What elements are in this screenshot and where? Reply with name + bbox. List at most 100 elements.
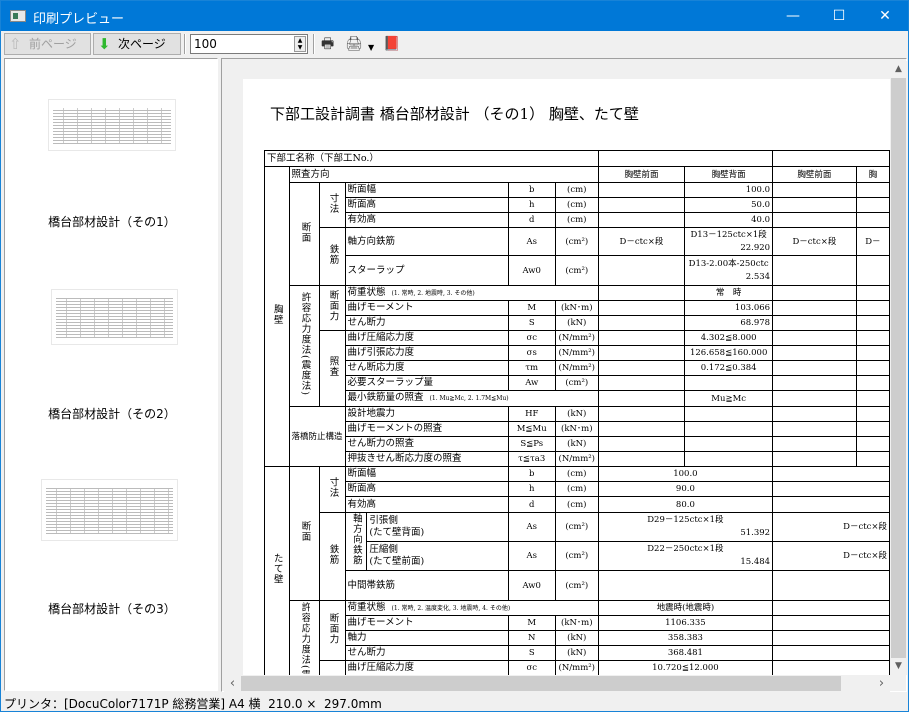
- close-button[interactable]: ✕: [862, 1, 908, 31]
- table-row: たて壁 断面 寸法 断面幅 b (cm) 100.0: [264, 466, 890, 675]
- scroll-up-arrow[interactable]: ▲: [890, 61, 907, 78]
- value-cell: [772, 421, 857, 437]
- prev-page-button[interactable]: ⇧ 前ページ: [4, 33, 91, 55]
- scroll-down-arrow[interactable]: ▼: [890, 658, 907, 675]
- vertical-scroll-thumb[interactable]: [891, 78, 906, 658]
- value-cell: [772, 660, 890, 675]
- value-cell: D22－250ctc×1段 15.484: [597, 541, 774, 571]
- row-symbol: Aw: [507, 375, 556, 391]
- value-cell: [597, 375, 686, 391]
- value-cell: [855, 315, 890, 331]
- table-row: 軸力 N (kN) 358.383: [265, 630, 890, 646]
- row-symbol: τm: [507, 360, 556, 376]
- value-cell: D－ctc×段: [772, 227, 857, 256]
- table-cell: [319, 660, 346, 675]
- row-symbol: σc: [507, 330, 556, 346]
- value-cell: 126.658≦160.000: [684, 345, 774, 361]
- value-cell: [772, 330, 857, 346]
- zoom-spinner[interactable]: ▲ ▼: [294, 36, 306, 52]
- row-label: 軸力: [344, 630, 509, 646]
- page-thumbnail-1[interactable]: [48, 99, 176, 151]
- row-label: 有効高: [344, 212, 509, 228]
- cell-line: D29－125ctc×1段: [647, 515, 724, 525]
- horizontal-scrollbar[interactable]: ‹ ›: [224, 675, 890, 692]
- row-unit: (cm): [554, 481, 599, 497]
- value-cell: [597, 390, 686, 407]
- design-table: 下部工名称（下部工No.） 胸壁 照査方向 胸壁前面 胸壁背面 胸壁前面胸断面 寸法 断面幅 b…: [264, 150, 890, 675]
- value-cell: [772, 360, 857, 376]
- value-cell: [855, 300, 890, 316]
- row-unit: (N/mm²): [554, 451, 599, 467]
- table-cell: [597, 150, 774, 167]
- row-label: 曲げ圧縮応力度: [344, 660, 509, 675]
- row-symbol: S: [507, 315, 556, 331]
- value-cell: [597, 406, 686, 422]
- row-unit: (kN): [554, 406, 599, 422]
- row-unit: (N/mm²): [554, 345, 599, 361]
- zoom-input[interactable]: 100 ▲ ▼: [190, 34, 308, 54]
- row-unit: (cm): [554, 197, 599, 213]
- row-unit: (kN･m): [554, 300, 599, 316]
- title-bar[interactable]: 印刷プレビュー — ☐ ✕: [1, 1, 908, 31]
- table-row: 胸壁 照査方向 胸壁前面 胸壁背面 胸壁前面胸: [264, 166, 890, 467]
- thumbnail-label-2[interactable]: 橋台部材設計（その2）: [5, 405, 219, 422]
- value-cell: [772, 615, 890, 631]
- table-cell: 断面力: [319, 285, 346, 331]
- vertical-label: 軸方向鉄筋: [350, 513, 362, 566]
- row-symbol: Aw0: [507, 570, 556, 601]
- direction-header: 胸壁前面: [772, 166, 857, 183]
- table-row: せん断力 S (kN) 68.978: [265, 315, 890, 331]
- table-cell: 断面力: [319, 600, 346, 661]
- value-cell: [772, 345, 857, 361]
- value-cell: [684, 436, 774, 452]
- minimize-button[interactable]: —: [770, 1, 816, 31]
- value-cell: [597, 345, 686, 361]
- preview-page: 下部工設計調書 橋台部材設計 （その1） 胸壁、たて壁 下部工名称（下部工No.…: [243, 79, 890, 675]
- row-label: 必要スターラップ量: [344, 375, 509, 391]
- value-cell: [855, 421, 890, 437]
- value-cell: D13－125ctc×1段 22.920: [684, 227, 774, 256]
- page-thumbnail-2[interactable]: [51, 289, 178, 345]
- value-cell: [855, 182, 890, 198]
- help-book-icon[interactable]: 📕: [383, 36, 400, 52]
- toolbar-separator: [184, 34, 186, 54]
- value-cell: 40.0: [684, 212, 774, 228]
- value-cell: D29－125ctc×1段 51.392: [597, 512, 774, 542]
- row-label: 設計地震力: [344, 406, 509, 422]
- value-cell: 368.481: [597, 645, 774, 661]
- value-cell: [772, 197, 857, 213]
- row-unit: (kN･m): [554, 615, 599, 631]
- page-title: 下部工設計調書 橋台部材設計 （その1） 胸壁、たて壁: [270, 105, 639, 123]
- maximize-button[interactable]: ☐: [816, 1, 862, 31]
- row-unit: (cm): [554, 212, 599, 228]
- value-cell: [772, 645, 890, 661]
- toolbar: ⇧ 前ページ ⬇ 次ページ 100 ▲ ▼ 🖶 🖨 ▼ 📕: [1, 31, 908, 57]
- thumbnail-label-3[interactable]: 橋台部材設計（その3）: [5, 600, 219, 617]
- page-setup-icon[interactable]: 🖶: [321, 36, 334, 52]
- chevron-down-icon[interactable]: ▼: [368, 40, 374, 56]
- table-row: 照査 曲げ圧縮応力度 σc (N/mm²) 4.302≦8.000: [265, 330, 890, 407]
- horizontal-scroll-thumb[interactable]: [241, 676, 841, 691]
- value-cell: 1106.335: [597, 615, 774, 631]
- table-row: 下部工名称（下部工No.）: [264, 150, 890, 167]
- printer-icon[interactable]: 🖨: [345, 36, 363, 52]
- scroll-right-arrow[interactable]: ›: [873, 675, 890, 692]
- preview-viewport[interactable]: 下部工設計調書 橋台部材設計 （その1） 胸壁、たて壁 下部工名称（下部工No.…: [224, 61, 890, 675]
- page-thumbnail-3[interactable]: [41, 479, 178, 541]
- table-cell: (cm²): [554, 541, 599, 571]
- table-row: 中間帯鉄筋 Aw0 (cm²): [265, 570, 890, 601]
- row-symbol: As: [507, 227, 556, 256]
- table-cell: [772, 150, 890, 167]
- vertical-label: たて壁: [271, 553, 283, 585]
- thumbnail-label-1[interactable]: 橋台部材設計（その1）: [5, 213, 219, 230]
- row-label: 断面幅: [344, 182, 509, 198]
- table-cell: 軸方向鉄筋: [344, 512, 368, 571]
- row-sublabel: (たて壁前面): [369, 556, 425, 567]
- value-cell: [597, 197, 686, 213]
- scroll-left-arrow[interactable]: ‹: [224, 675, 241, 692]
- thumbnail-pane[interactable]: 橋台部材設計（その1） 橋台部材設計（その2） 橋台部材設計（その3）: [4, 58, 218, 691]
- row-label: 曲げ圧縮応力度: [344, 330, 509, 346]
- next-page-label: 次ページ: [118, 37, 166, 51]
- vertical-scrollbar[interactable]: ▲ ▼: [890, 61, 907, 675]
- next-page-button[interactable]: ⬇ 次ページ: [93, 33, 181, 55]
